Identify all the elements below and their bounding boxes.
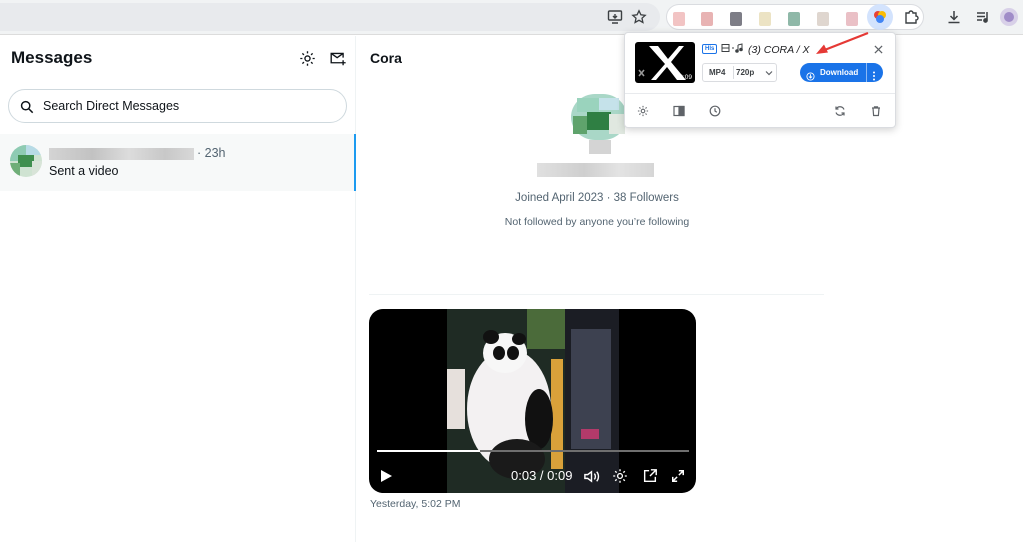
downloads-icon[interactable] [943,6,965,28]
more-options-icon[interactable] [872,68,876,86]
chevron-down-icon [765,69,773,79]
extension-icon[interactable] [673,12,685,26]
video-time-display: 0:03 / 0:09 [511,468,573,483]
video-frame [447,309,619,493]
search-icon [19,99,34,114]
address-bar[interactable] [0,3,660,31]
settings-gear-icon[interactable] [297,48,317,68]
trash-icon[interactable] [869,104,883,118]
history-clock-icon[interactable] [708,104,722,118]
video-thumbnail: 00:09 [635,42,695,83]
volume-icon[interactable] [582,467,600,485]
profile-avatar-icon[interactable] [998,6,1020,28]
new-message-icon[interactable] [328,48,348,68]
conversation-title: Cora [370,50,402,66]
extension-icon[interactable] [759,12,771,26]
extension-icon[interactable] [846,12,858,26]
video-progress-fill [377,450,480,452]
profile-stats: Joined April 2023 · 38 Followers [515,192,679,204]
contact-name-redacted [49,148,194,160]
extension-icon[interactable] [730,12,742,26]
video-progress-bar[interactable] [377,450,689,452]
video-settings-gear-icon[interactable] [611,467,629,485]
extensions-puzzle-icon[interactable] [900,6,922,28]
picture-in-picture-icon[interactable] [641,467,659,485]
media-control-icon[interactable] [972,6,994,28]
close-icon[interactable] [872,43,884,55]
format-quality-select[interactable]: MP4 720p [702,63,777,82]
bookmark-star-icon[interactable] [628,6,650,28]
hls-badge: Hls [702,44,718,54]
profile-follow-context: Not followed by anyone you’re following [504,216,690,228]
play-icon[interactable] [377,467,395,485]
extension-icon[interactable] [701,12,713,26]
extension-icon[interactable] [817,12,829,26]
profile-name-redacted [537,163,654,177]
message-timestamp: Yesterday, 5:02 PM [370,498,461,510]
conversation-preview: Sent a video [49,164,119,178]
popup-video-title: (3) CORA / X [748,44,810,56]
quality-label: 720p [736,68,755,77]
sidebar-panel-icon[interactable] [672,104,686,118]
download-label: Download [820,68,859,77]
conversation-list-item[interactable]: · 23h Sent a video [0,134,356,191]
messages-sidebar: Messages Search Direct Messages · 23h Se… [0,36,356,542]
download-circle-icon [806,68,815,86]
messages-title: Messages [11,48,93,67]
search-direct-messages-input[interactable]: Search Direct Messages [8,89,347,123]
divider [369,294,824,295]
popup-divider [625,93,895,94]
format-label: MP4 [709,68,726,77]
download-button[interactable]: Download [800,63,883,82]
fullscreen-icon[interactable] [669,467,687,485]
video-audio-icon [721,43,745,54]
popup-settings-gear-icon[interactable] [636,104,650,118]
search-placeholder: Search Direct Messages [43,99,180,113]
conversation-time: · 23h [197,146,226,160]
video-downloader-extension-button[interactable] [867,4,893,30]
refresh-icon[interactable] [833,104,847,118]
profile-avatar[interactable] [571,94,627,156]
install-app-icon[interactable] [604,6,626,28]
annotation-arrow [816,31,869,54]
thumbnail-duration: 00:09 [675,74,692,81]
avatar [10,145,42,177]
video-player[interactable]: 0:03 / 0:09 [369,309,696,493]
extension-icon[interactable] [788,12,800,26]
